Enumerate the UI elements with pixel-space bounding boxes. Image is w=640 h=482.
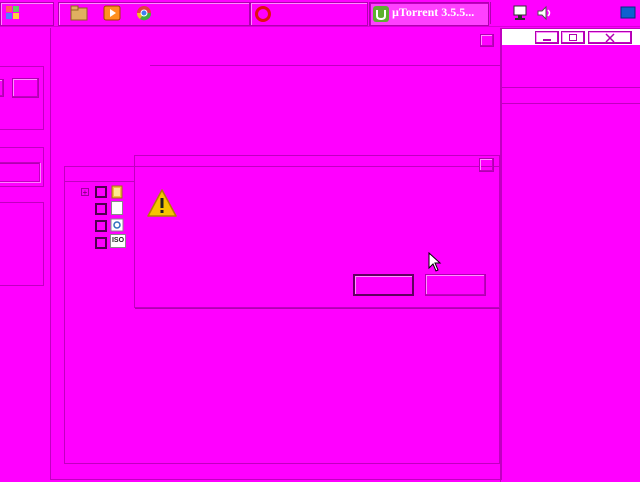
blank-file-icon <box>111 201 123 215</box>
left-panel-input[interactable] <box>0 162 40 182</box>
volume-icon[interactable] <box>536 5 554 21</box>
left-panel-list <box>0 202 44 286</box>
file-checkbox[interactable] <box>95 237 107 249</box>
media-player-icon[interactable] <box>103 5 121 21</box>
file-explorer-icon[interactable] <box>70 5 88 21</box>
tray-separator <box>490 2 491 24</box>
start-button[interactable] <box>0 2 54 26</box>
left-panel-field[interactable] <box>0 79 4 97</box>
utorrent-taskbar-button[interactable]: µTorrent 3.5.5... <box>369 2 489 26</box>
opera-taskbar-button[interactable] <box>250 2 368 26</box>
utorrent-icon <box>373 6 389 22</box>
network-icon[interactable] <box>512 5 530 21</box>
right-window-divider <box>502 103 640 104</box>
file-checkbox[interactable] <box>95 203 107 215</box>
tree-expander[interactable]: + <box>81 188 89 197</box>
iso-file-icon: ISO <box>110 234 126 248</box>
start-orb-icon <box>6 6 19 19</box>
right-window <box>500 28 640 482</box>
opera-icon <box>255 6 271 22</box>
file-checkbox[interactable] <box>95 186 107 198</box>
warning-icon <box>147 189 177 217</box>
file-checkbox[interactable] <box>95 220 107 232</box>
dialog-cancel-button[interactable] <box>425 274 486 296</box>
maximize-icon <box>569 34 577 41</box>
left-panel-button[interactable] <box>12 78 39 98</box>
file-tree-header <box>65 167 135 182</box>
mouse-cursor-icon <box>428 252 442 272</box>
dialog-close-button[interactable] <box>479 158 494 172</box>
minimize-button[interactable] <box>535 31 559 44</box>
config-file-icon <box>110 218 124 232</box>
chrome-icon[interactable] <box>136 5 152 21</box>
utorrent-taskbar-label: µTorrent 3.5.5... <box>392 5 475 19</box>
close-icon <box>605 33 615 43</box>
folder-icon <box>111 185 123 199</box>
show-desktop-icon[interactable] <box>620 6 636 20</box>
taskbar: µTorrent 3.5.5... <box>0 0 640 27</box>
main-window-divider <box>150 65 500 66</box>
left-panel <box>0 66 44 130</box>
minimize-icon <box>543 39 551 41</box>
main-window-close-button[interactable] <box>480 34 494 47</box>
dialog-ok-button[interactable] <box>353 274 414 296</box>
right-window-divider <box>502 87 640 88</box>
